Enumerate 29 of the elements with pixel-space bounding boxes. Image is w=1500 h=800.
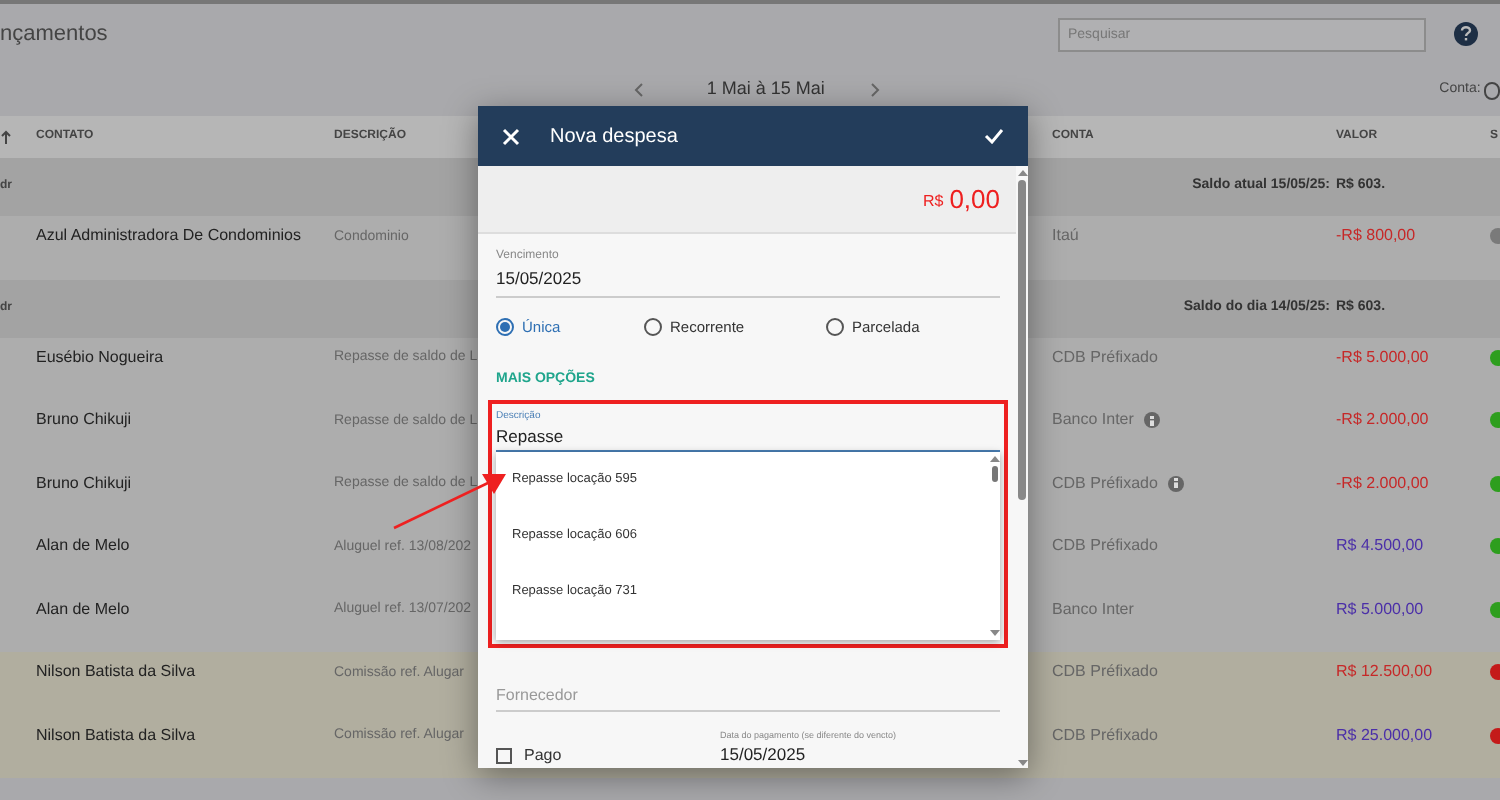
period-label: 1 Mai à 15 Mai — [704, 76, 827, 103]
account-cell: CDB Préfixado — [1052, 473, 1158, 494]
currency-label: R$ — [922, 190, 944, 214]
amount-cell: R$ 25.000,00 — [1336, 725, 1433, 746]
amount-cell: R$ 4.500,00 — [1336, 536, 1424, 557]
dialog-title: Nova despesa — [550, 123, 678, 151]
account-cell: Banco Inter — [1052, 599, 1134, 620]
contact-cell-text: Alan de Melo — [36, 536, 132, 557]
contact-cell-text: Azul Administradora De Condominios — [36, 226, 304, 247]
contact-cell-text: Bruno Chikuji — [36, 410, 134, 431]
page-title: nçamentos — [0, 19, 110, 50]
account-cell: Banco Inter — [1052, 410, 1134, 431]
amount-cell: -R$ 2.000,00 — [1336, 473, 1429, 494]
amount-cell: R$ 5.000,00 — [1336, 599, 1424, 620]
account-cell: CDB Préfixado — [1052, 536, 1158, 557]
amount-cell: -R$ 2.000,00 — [1336, 410, 1429, 431]
account-cell: CDB Préfixado — [1052, 347, 1158, 368]
contact-cell-text: Nilson Batista da Silva — [36, 725, 198, 746]
amount-value: 0,00 — [949, 181, 1000, 218]
contact-cell-text: Alan de Melo — [36, 599, 132, 620]
amount-cell: -R$ 800,00 — [1336, 226, 1416, 247]
account-cell: CDB Préfixado — [1052, 725, 1158, 746]
amount-cell: -R$ 5.000,00 — [1336, 347, 1429, 368]
account-cell: CDB Préfixado — [1052, 662, 1158, 683]
contact-cell-text: Nilson Batista da Silva — [36, 662, 198, 683]
account-cell: Itaú — [1052, 226, 1079, 247]
contact-cell-text: Eusébio Nogueira — [36, 347, 166, 368]
amount-cell: R$ 12.500,00 — [1336, 662, 1433, 683]
contact-cell-text: Bruno Chikuji — [36, 473, 134, 494]
